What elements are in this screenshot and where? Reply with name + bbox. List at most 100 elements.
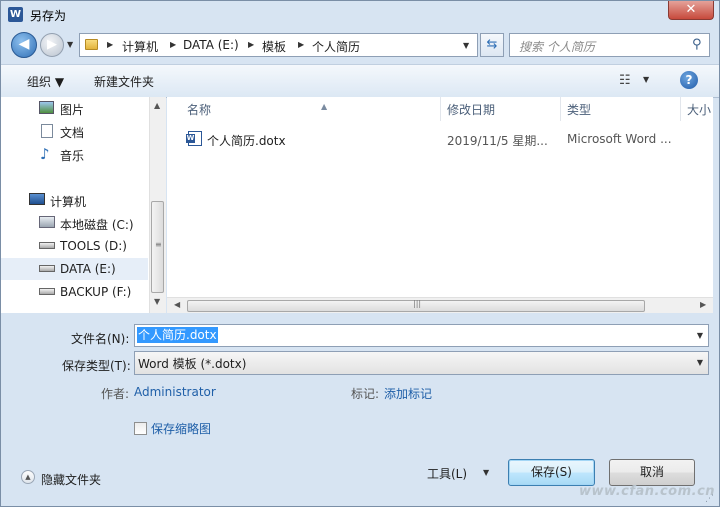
breadcrumb-separator-icon[interactable]: ▶ bbox=[298, 40, 304, 49]
system-drive-icon bbox=[39, 216, 55, 228]
refresh-button[interactable]: ⇆ bbox=[480, 33, 504, 57]
search-input[interactable]: 搜索 个人简历 bbox=[519, 38, 595, 55]
chevron-down-icon[interactable]: ▼ bbox=[697, 358, 703, 367]
author-field[interactable]: Administrator bbox=[134, 385, 216, 399]
nav-item-drive-f[interactable]: BACKUP (F:) bbox=[1, 281, 148, 303]
resize-grip-icon[interactable]: ⋰ bbox=[705, 494, 714, 504]
breadcrumb-computer[interactable]: 计算机 bbox=[122, 38, 158, 55]
filetype-label: 保存类型(T): bbox=[62, 359, 131, 373]
nav-vertical-scrollbar[interactable]: ▲ ≡ ▼ bbox=[149, 97, 166, 313]
word-document-icon: W bbox=[186, 131, 202, 146]
filetype-value: Word 模板 (*.dotx) bbox=[138, 357, 247, 371]
nav-item-drive-d[interactable]: TOOLS (D:) bbox=[1, 235, 148, 257]
title-bar: W 另存为 ✕ bbox=[1, 1, 719, 29]
column-header-label: 修改日期 bbox=[447, 103, 496, 117]
breadcrumb-separator-icon[interactable]: ▶ bbox=[107, 40, 113, 49]
recent-locations-dropdown[interactable]: ▼ bbox=[67, 40, 73, 49]
chevron-down-icon[interactable]: ▼ bbox=[697, 331, 703, 340]
tags-label: 标记: bbox=[351, 387, 380, 401]
search-box[interactable]: 搜索 个人简历 ⚲ bbox=[509, 33, 710, 57]
save-as-dialog: W 另存为 ✕ ◀ ▶ ▼ ▶ 计算机 ▶ DATA (E:) ▶ 模板 ▶ 个… bbox=[0, 0, 720, 507]
nav-item-label: DATA (E:) bbox=[60, 262, 116, 276]
tools-dropdown-icon[interactable]: ▼ bbox=[483, 468, 489, 477]
command-bar: 组织 ▼ 新建文件夹 ☷ ▼ ? bbox=[1, 64, 719, 98]
cancel-button[interactable]: 取消 bbox=[609, 459, 695, 486]
music-icon: ♪ bbox=[40, 145, 50, 163]
nav-item-documents[interactable]: 文档 bbox=[1, 120, 148, 142]
address-dropdown[interactable]: ▼ bbox=[463, 41, 469, 50]
tools-button[interactable]: 工具(L) bbox=[427, 465, 467, 482]
pictures-icon bbox=[39, 101, 54, 114]
scrollbar-thumb[interactable]: ||| bbox=[187, 299, 645, 312]
column-header-size[interactable]: 大小 bbox=[681, 97, 713, 121]
view-dropdown[interactable]: ▼ bbox=[643, 75, 649, 84]
address-row: ◀ ▶ ▼ ▶ 计算机 ▶ DATA (E:) ▶ 模板 ▶ 个人简历 ▼ ⇆ … bbox=[1, 29, 719, 63]
column-header-modified[interactable]: 修改日期 bbox=[441, 97, 561, 121]
close-button[interactable]: ✕ bbox=[668, 1, 714, 20]
nav-item-label: BACKUP (F:) bbox=[60, 285, 132, 299]
breadcrumb-resume[interactable]: 个人简历 bbox=[312, 38, 360, 55]
save-button[interactable]: 保存(S) bbox=[508, 459, 595, 486]
scroll-up-icon[interactable]: ▲ bbox=[154, 101, 160, 110]
file-list: 名称 ▲ 修改日期 类型 大小 W 个人简历.dotx 2019/11/5 星期.… bbox=[167, 97, 713, 313]
column-header-label: 大小 bbox=[687, 103, 712, 117]
view-options-icon[interactable]: ☷ bbox=[619, 73, 631, 88]
filename-input[interactable]: 个人简历.dotx bbox=[137, 327, 218, 343]
nav-item-label: 本地磁盘 (C:) bbox=[60, 218, 134, 232]
forward-button[interactable]: ▶ bbox=[40, 33, 64, 57]
drive-icon bbox=[39, 288, 55, 295]
breadcrumb-separator-icon[interactable]: ▶ bbox=[248, 40, 254, 49]
file-row[interactable]: W 个人简历.dotx 2019/11/5 星期... Microsoft Wo… bbox=[167, 128, 713, 150]
filename-field[interactable]: 个人简历.dotx ▼ bbox=[134, 324, 709, 347]
nav-item-label: 图片 bbox=[60, 103, 85, 117]
file-modified: 2019/11/5 星期... bbox=[447, 134, 548, 148]
nav-item-drive-c[interactable]: 本地磁盘 (C:) bbox=[1, 212, 148, 234]
file-type: Microsoft Word ... bbox=[567, 132, 672, 146]
drive-icon bbox=[39, 242, 55, 249]
author-label: 作者: bbox=[101, 387, 130, 401]
save-thumbnail-checkbox[interactable] bbox=[134, 422, 147, 435]
scroll-left-icon[interactable]: ◀ bbox=[174, 300, 180, 309]
nav-item-music[interactable]: ♪ 音乐 bbox=[1, 143, 148, 165]
breadcrumb-data-drive[interactable]: DATA (E:) bbox=[183, 38, 239, 52]
navigation-pane: 图片 文档 ♪ 音乐 计算机 本地磁盘 (C:) TOOLS (D:) DATA… bbox=[1, 97, 166, 313]
chevron-up-icon[interactable]: ▲ bbox=[21, 470, 35, 484]
scroll-right-icon[interactable]: ▶ bbox=[700, 300, 706, 309]
organize-button[interactable]: 组织 ▼ bbox=[27, 73, 64, 90]
nav-item-pictures[interactable]: 图片 bbox=[1, 97, 148, 119]
watermark: www.cfan.com.cn bbox=[579, 484, 716, 499]
nav-item-computer[interactable]: 计算机 bbox=[1, 189, 148, 211]
nav-item-label: 文档 bbox=[60, 126, 85, 140]
nav-item-label: 音乐 bbox=[60, 149, 85, 163]
column-header-type[interactable]: 类型 bbox=[561, 97, 681, 121]
new-folder-button[interactable]: 新建文件夹 bbox=[94, 73, 154, 90]
nav-item-drive-e[interactable]: DATA (E:) bbox=[1, 258, 148, 280]
hide-folders-button[interactable]: 隐藏文件夹 bbox=[41, 471, 101, 488]
address-bar[interactable]: ▶ 计算机 ▶ DATA (E:) ▶ 模板 ▶ 个人简历 ▼ bbox=[79, 33, 478, 57]
search-icon[interactable]: ⚲ bbox=[692, 37, 702, 52]
computer-icon bbox=[29, 193, 45, 205]
column-header-name[interactable]: 名称 ▲ bbox=[181, 97, 441, 121]
grip-icon: ≡ bbox=[155, 240, 162, 249]
nav-item-label: 计算机 bbox=[50, 195, 87, 209]
grip-icon: ||| bbox=[413, 299, 422, 308]
save-thumbnail-label[interactable]: 保存缩略图 bbox=[151, 420, 211, 437]
dialog-title: 另存为 bbox=[30, 9, 67, 23]
breadcrumb-templates[interactable]: 模板 bbox=[262, 38, 286, 55]
scrollbar-thumb[interactable]: ≡ bbox=[151, 201, 164, 293]
folder-icon bbox=[85, 39, 98, 50]
scroll-down-icon[interactable]: ▼ bbox=[154, 297, 160, 306]
documents-icon bbox=[41, 124, 53, 138]
word-app-icon: W bbox=[8, 7, 23, 22]
tags-field[interactable]: 添加标记 bbox=[384, 385, 432, 402]
file-list-horizontal-scrollbar[interactable]: ◀ ||| ▶ bbox=[167, 297, 713, 313]
breadcrumb-separator-icon[interactable]: ▶ bbox=[170, 40, 176, 49]
drive-icon bbox=[39, 265, 55, 272]
column-header-label: 名称 bbox=[187, 103, 212, 117]
nav-item-label: TOOLS (D:) bbox=[60, 239, 127, 253]
filetype-select[interactable]: Word 模板 (*.dotx) ▼ bbox=[134, 351, 709, 375]
sort-ascending-icon: ▲ bbox=[321, 102, 328, 111]
file-name: 个人简历.dotx bbox=[207, 134, 286, 148]
help-icon[interactable]: ? bbox=[680, 71, 698, 89]
back-button[interactable]: ◀ bbox=[11, 32, 37, 58]
